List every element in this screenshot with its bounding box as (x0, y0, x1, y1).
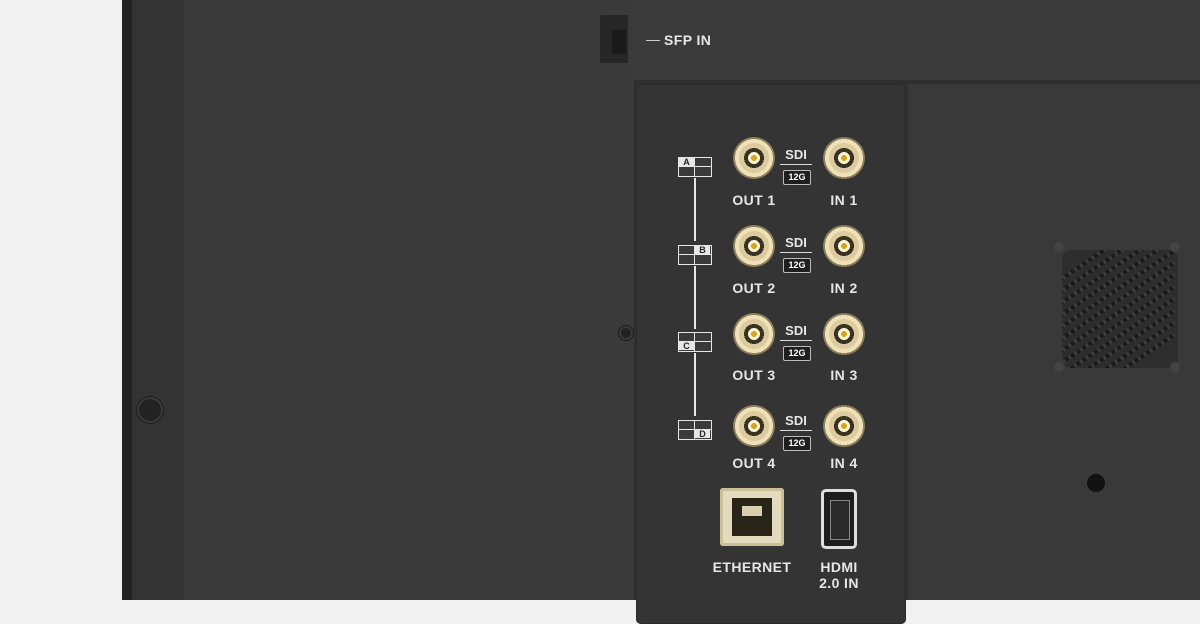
sdi-divider (780, 340, 812, 341)
out-4-label: OUT 4 (732, 455, 776, 471)
out-3-label: OUT 3 (732, 367, 776, 383)
sdi-in-1-connector[interactable] (823, 137, 865, 179)
12g-badge: 12G (783, 258, 811, 273)
out-2-label: OUT 2 (732, 280, 776, 296)
sfp-leader-line (646, 40, 660, 41)
chassis-edge (122, 0, 132, 600)
ethernet-label: ETHERNET (712, 559, 792, 575)
12g-badge: 12G (783, 436, 811, 451)
sdi-out-1-connector[interactable] (733, 137, 775, 179)
speaker-corner-icon (1170, 362, 1180, 372)
hdmi-label-line1: HDMI (820, 559, 858, 575)
screw-icon (137, 397, 163, 423)
in-1-label: IN 1 (830, 192, 858, 208)
12g-badge: 12G (783, 346, 811, 361)
sdi-out-4-connector[interactable] (733, 405, 775, 447)
sdi-divider (780, 430, 812, 431)
sfp-in-label: SFP IN (664, 32, 712, 48)
out-1-label: OUT 1 (732, 192, 776, 208)
sdi-label: SDI (785, 413, 807, 428)
quad-split-icon: B (678, 245, 712, 265)
hdmi-port-icon (830, 500, 850, 540)
speaker-corner-icon (1054, 362, 1064, 372)
12g-badge: 12G (783, 170, 811, 185)
hdmi-label-line2: 2.0 IN (819, 575, 859, 591)
quad-split-icon: C (678, 332, 712, 352)
quad-split-icon: D (678, 420, 712, 440)
sfp-slot-icon (612, 30, 626, 54)
quad-split-icon: A (678, 157, 712, 177)
rj45-port-icon (732, 498, 772, 536)
quad-link-line (694, 353, 696, 416)
sdi-label: SDI (785, 235, 807, 250)
sdi-in-3-connector[interactable] (823, 313, 865, 355)
sdi-out-3-connector[interactable] (733, 313, 775, 355)
rj45-latch (742, 506, 762, 516)
sdi-divider (780, 252, 812, 253)
speaker-corner-icon (1170, 242, 1180, 252)
screw-icon (619, 326, 633, 340)
quad-link-line (694, 178, 696, 241)
in-2-label: IN 2 (830, 280, 858, 296)
sdi-label: SDI (785, 147, 807, 162)
quad-link-line (694, 266, 696, 329)
rear-cover-panel (184, 0, 634, 600)
sdi-out-2-connector[interactable] (733, 225, 775, 267)
speaker-grille-icon (1062, 250, 1178, 368)
sdi-label: SDI (785, 323, 807, 338)
sdi-divider (780, 164, 812, 165)
speaker-corner-icon (1054, 242, 1064, 252)
sdi-in-2-connector[interactable] (823, 225, 865, 267)
mount-hole-icon (1087, 474, 1105, 492)
left-bezel (132, 0, 185, 600)
in-3-label: IN 3 (830, 367, 858, 383)
sdi-in-4-connector[interactable] (823, 405, 865, 447)
in-4-label: IN 4 (830, 455, 858, 471)
